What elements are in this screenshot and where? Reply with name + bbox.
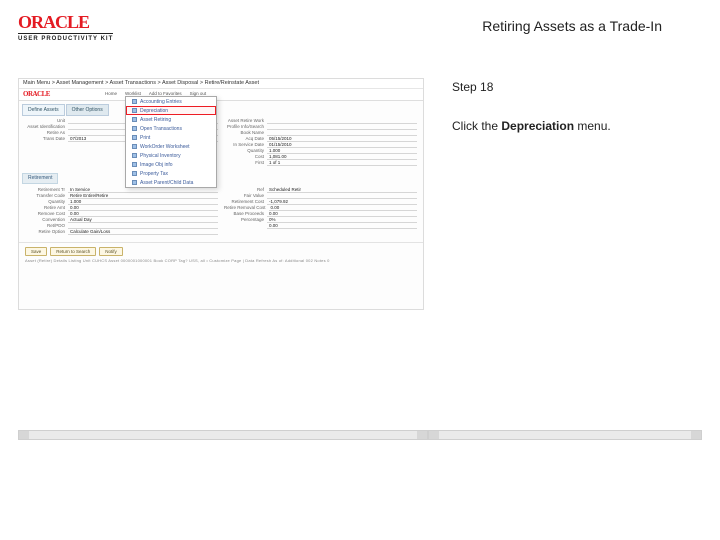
- menu-item-depreciation[interactable]: Depreciation: [126, 106, 216, 115]
- instruction-bold: Depreciation: [501, 119, 574, 133]
- label-trans-date: Trans Date: [25, 136, 65, 141]
- label-ref: Ref: [224, 187, 264, 192]
- menu-item-open-transactions[interactable]: Open Transactions: [126, 124, 216, 133]
- label-percentage: Percentage: [224, 217, 264, 222]
- tab-other-options[interactable]: Other Options: [66, 104, 109, 116]
- doc-icon: [132, 144, 137, 149]
- tab-define-assets[interactable]: Define Assets: [22, 104, 65, 116]
- label-ret-pdo: Ret/PDO: [25, 223, 65, 228]
- label-retire-amt: Retire Amt: [25, 205, 65, 210]
- label-retire-as: Retire As: [25, 130, 65, 135]
- menu-item-property-tax[interactable]: Property Tax: [126, 169, 216, 178]
- field-retire-option[interactable]: Calculate Gain/Loss: [68, 229, 218, 235]
- instruction-text: Click the Depreciation menu.: [452, 117, 702, 136]
- menu-item-accounting-entries[interactable]: Accounting Entries: [126, 97, 216, 106]
- doc-icon: [132, 171, 137, 176]
- step-label: Step 18: [452, 78, 702, 97]
- label-fair-value: Fair Value: [224, 193, 264, 198]
- label-base-proceeds: Base Proceeds: [224, 211, 264, 216]
- oracle-logo: ORACLE: [18, 12, 113, 33]
- doc-icon: [132, 135, 137, 140]
- menu-item-physical-inventory[interactable]: Physical Inventory: [126, 151, 216, 160]
- notify-button[interactable]: Notify: [99, 247, 123, 256]
- label-retirement-cost: Retirement Cost: [224, 199, 264, 204]
- menu-item-asset-retiring[interactable]: Asset Retiring: [126, 115, 216, 124]
- label-cost-top: Cost: [224, 154, 264, 159]
- label-profile-info: Profile Info/Search: [224, 124, 264, 129]
- label-asset-id: Asset Identification: [25, 124, 65, 129]
- label-convention: Convention: [25, 217, 65, 222]
- field-blank[interactable]: 0.00: [267, 223, 417, 229]
- label-in-svc-date: In Service Date: [224, 142, 264, 147]
- label-quantity: Quantity: [25, 199, 65, 204]
- instruction-prefix: Click the: [452, 119, 501, 133]
- horizontal-scrollbar-right[interactable]: [428, 430, 702, 440]
- dropdown-menu: Accounting Entries Depreciation Asset Re…: [125, 96, 217, 188]
- label-book-name: Book Name: [224, 130, 264, 135]
- menu-item-image-obj[interactable]: Image Obj info: [126, 160, 216, 169]
- doc-icon: [132, 117, 137, 122]
- app-screenshot: Main Menu > Asset Management > Asset Tra…: [18, 78, 424, 310]
- doc-icon: [132, 99, 137, 104]
- label-remove-cost: Remove Cost: [25, 211, 65, 216]
- label-asset-retire-work: Asset Retire Work: [224, 118, 264, 123]
- doc-icon: [132, 162, 137, 167]
- doc-icon: [132, 180, 137, 185]
- status-text: Asset (Retire) Details Listing Unit CUHC…: [19, 258, 423, 265]
- return-to-search-button[interactable]: Return to Search: [50, 247, 96, 256]
- page-title: Retiring Assets as a Trade-In: [482, 12, 702, 34]
- doc-icon: [132, 126, 137, 131]
- label-retire-option: Retire Option: [25, 229, 65, 234]
- label-ret-tr: Retirement Tr: [25, 187, 65, 192]
- logo-subtitle: USER PRODUCTIVITY KIT: [18, 33, 113, 42]
- menu-item-parent-child[interactable]: Asset Parent/Child Data: [126, 178, 216, 187]
- menu-item-print[interactable]: Print: [126, 133, 216, 142]
- label-first: First: [224, 160, 264, 165]
- menu-item-workorder[interactable]: WorkOrder Worksheet: [126, 142, 216, 151]
- label-acq-date: Acq Date: [224, 136, 264, 141]
- instruction-suffix: menu.: [574, 119, 611, 133]
- save-button[interactable]: Save: [25, 247, 47, 256]
- horizontal-scrollbar-left[interactable]: [18, 430, 428, 440]
- breadcrumb: Main Menu > Asset Management > Asset Tra…: [19, 79, 423, 89]
- app-brand: ORACLE: [23, 90, 50, 98]
- doc-icon: [132, 153, 137, 158]
- label-transfer-code: Transfer Code: [25, 193, 65, 198]
- label-retire-removal-cost: Retire Removal Cost: [224, 205, 266, 210]
- label-quantity-top: Quantity: [224, 148, 264, 153]
- field-first: 1 of 1: [267, 160, 417, 166]
- top-tab-home[interactable]: Home: [105, 91, 117, 96]
- label-unit: Unit: [25, 118, 65, 123]
- retirement-section-label: Retirement: [22, 173, 58, 184]
- doc-icon: [132, 108, 137, 113]
